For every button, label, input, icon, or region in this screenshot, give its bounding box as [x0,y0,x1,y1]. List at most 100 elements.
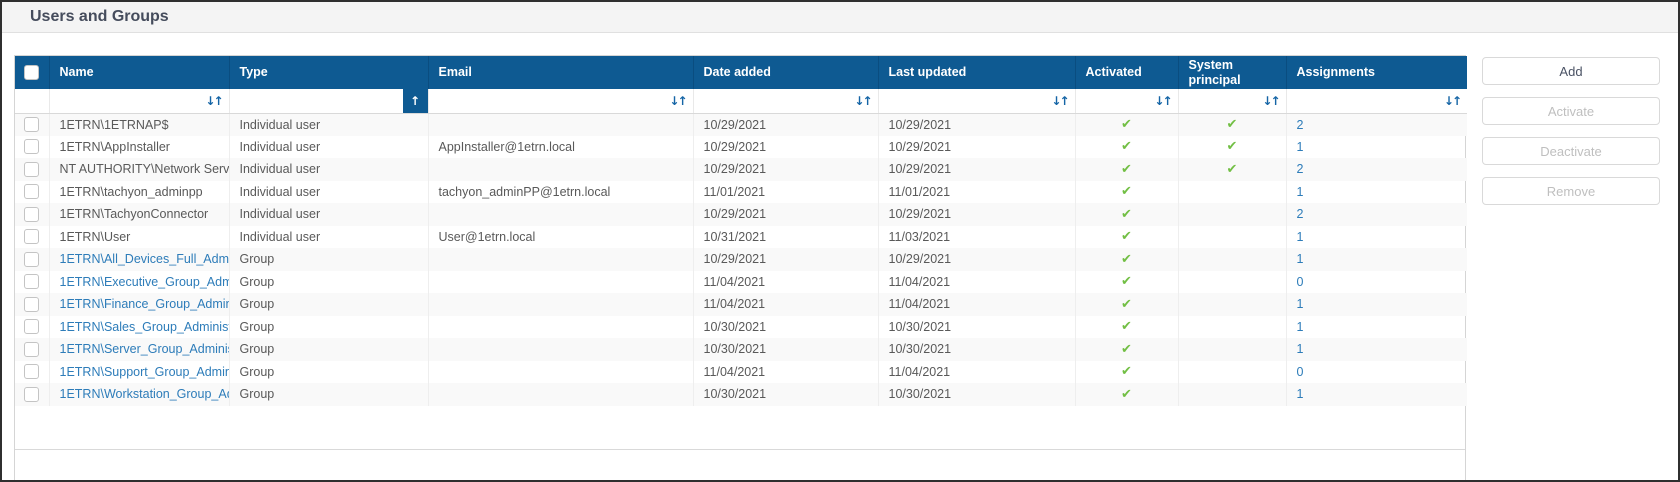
row-checkbox[interactable] [24,206,40,222]
table-row[interactable]: 1ETRN\AppInstaller Individual user AppIn… [15,135,1467,158]
assignments-link[interactable]: 1 [1297,297,1304,311]
grid-empty-area [15,406,1465,450]
column-header-last-updated[interactable]: Last updated [877,56,1075,89]
assignments-link[interactable]: 2 [1297,162,1304,176]
remove-button[interactable]: Remove [1482,177,1660,205]
assignments-link[interactable]: 1 [1297,185,1304,199]
assignments-link[interactable]: 1 [1297,342,1304,356]
last-updated-cell: 11/01/2021 [877,180,1075,203]
sort-icon-email[interactable]: ↓↑ [669,94,687,108]
activated-cell: ✔ [1074,293,1178,316]
name-cell-text[interactable]: NT AUTHORITY\Network Service [60,162,230,176]
name-cell-text[interactable]: 1ETRN\Support_Group_Administ... [60,365,230,379]
assignments-link[interactable]: 1 [1297,320,1304,334]
deactivate-button[interactable]: Deactivate [1482,137,1660,165]
activate-button[interactable]: Activate [1482,97,1660,125]
name-cell-text[interactable]: 1ETRN\User [60,230,131,244]
row-checkbox-cell [15,383,49,406]
sort-icon-system-principal[interactable]: ↓↑ [1262,94,1280,108]
name-cell-text[interactable]: 1ETRN\Workstation_Group_Adm... [60,387,230,401]
table-row[interactable]: 1ETRN\Finance_Group_Administ... Group 11… [15,293,1467,316]
column-header-system-principal[interactable]: System principal [1177,56,1286,89]
assignments-link[interactable]: 2 [1297,207,1304,221]
name-cell-text[interactable]: 1ETRN\Server_Group_Administr... [60,342,230,356]
column-header-name[interactable]: Name [48,56,229,89]
name-cell: 1ETRN\tachyon_adminpp [48,180,229,203]
sort-icon-name[interactable]: ↓↑ [205,94,223,108]
system-principal-check-icon: ✔ [1226,139,1238,155]
row-checkbox[interactable] [24,184,40,200]
row-checkbox[interactable] [24,341,40,357]
row-checkbox[interactable] [24,117,40,132]
activated-cell: ✔ [1074,315,1178,338]
table-body: 1ETRN\1ETRNAP$ Individual user 10/29/202… [15,113,1467,406]
name-cell-text[interactable]: 1ETRN\Executive_Group_Admini... [60,275,230,289]
name-cell-text[interactable]: 1ETRN\All_Devices_Full_Adminis... [60,252,230,266]
assignments-link[interactable]: 0 [1297,275,1304,289]
name-cell-text[interactable]: 1ETRN\1ETRNAP$ [60,118,169,132]
activated-check-icon: ✔ [1121,229,1132,245]
row-checkbox[interactable] [24,274,40,290]
assignments-link[interactable]: 2 [1297,118,1304,132]
column-header-assignments[interactable]: Assignments [1285,56,1467,89]
filter-cell-last-updated: ↓↑ [877,89,1075,114]
email-cell [427,203,693,226]
assignments-link[interactable]: 1 [1297,140,1304,154]
row-checkbox[interactable] [24,296,40,312]
name-cell: 1ETRN\Workstation_Group_Adm... [48,383,230,406]
column-header-email[interactable]: Email [427,56,693,89]
table-row[interactable]: 1ETRN\TachyonConnector Individual user 1… [15,203,1467,226]
table-row[interactable]: 1ETRN\User Individual user User@1etrn.lo… [15,225,1467,248]
system-principal-cell: ✔ [1177,270,1286,293]
system-principal-cell: ✔ [1177,293,1286,316]
name-cell-text[interactable]: 1ETRN\TachyonConnector [60,207,209,221]
sort-icon-type-ascending[interactable]: ↑ [402,89,428,113]
sort-icon-assignments[interactable]: ↓↑ [1444,94,1462,108]
name-cell-text[interactable]: 1ETRN\Sales_Group_Administrat... [60,320,230,334]
table-row[interactable]: 1ETRN\Server_Group_Administr... Group 10… [15,338,1467,361]
assignments-link[interactable]: 1 [1297,387,1304,401]
users-groups-grid: Name Type Email Date added Last updated … [14,55,1467,480]
activated-check-icon: ✔ [1121,364,1132,380]
row-checkbox[interactable] [24,139,40,155]
sort-icon-activated[interactable]: ↓↑ [1154,94,1172,108]
assignments-link[interactable]: 1 [1297,230,1304,244]
table-row[interactable]: NT AUTHORITY\Network Service Individual … [15,158,1467,181]
column-header-type[interactable]: Type [228,56,428,89]
sort-icon-date-added[interactable]: ↓↑ [854,94,872,108]
assignments-link[interactable]: 1 [1297,252,1304,266]
name-cell-text[interactable]: 1ETRN\Finance_Group_Administ... [60,297,230,311]
table-row[interactable]: 1ETRN\1ETRNAP$ Individual user 10/29/202… [15,113,1467,136]
table-row[interactable]: 1ETRN\Workstation_Group_Adm... Group 10/… [15,383,1467,406]
assignments-cell: 1 [1285,383,1467,406]
name-cell-text[interactable]: 1ETRN\AppInstaller [60,140,170,154]
filter-cell-date-added: ↓↑ [692,89,878,114]
row-checkbox-cell [15,338,49,361]
row-checkbox[interactable] [24,386,40,402]
activated-cell: ✔ [1074,225,1178,248]
table-row[interactable]: 1ETRN\Sales_Group_Administrat... Group 1… [15,315,1467,338]
table-row[interactable]: 1ETRN\Support_Group_Administ... Group 11… [15,360,1467,383]
row-checkbox[interactable] [24,319,40,335]
select-all-checkbox[interactable] [24,65,40,80]
column-label-system-principal: System principal [1188,58,1241,87]
column-label-date-added: Date added [703,65,771,80]
column-header-activated[interactable]: Activated [1074,56,1178,89]
table-row[interactable]: 1ETRN\All_Devices_Full_Adminis... Group … [15,248,1467,271]
row-checkbox[interactable] [24,229,40,245]
name-cell-text[interactable]: 1ETRN\tachyon_adminpp [60,185,203,199]
table-row[interactable]: 1ETRN\tachyon_adminpp Individual user ta… [15,180,1467,203]
assignments-link[interactable]: 0 [1297,365,1304,379]
add-button[interactable]: Add [1482,57,1660,85]
table-row[interactable]: 1ETRN\Executive_Group_Admini... Group 11… [15,270,1467,293]
email-cell [427,248,693,271]
name-cell: 1ETRN\Support_Group_Administ... [48,360,230,383]
filter-cell-type: ↑ [228,89,428,114]
row-checkbox[interactable] [24,251,40,267]
row-checkbox[interactable] [24,161,40,177]
column-header-date-added[interactable]: Date added [692,56,878,89]
type-cell: Individual user [228,180,428,203]
row-checkbox[interactable] [24,364,40,380]
last-updated-cell: 11/04/2021 [877,270,1075,293]
sort-icon-last-updated[interactable]: ↓↑ [1051,94,1069,108]
